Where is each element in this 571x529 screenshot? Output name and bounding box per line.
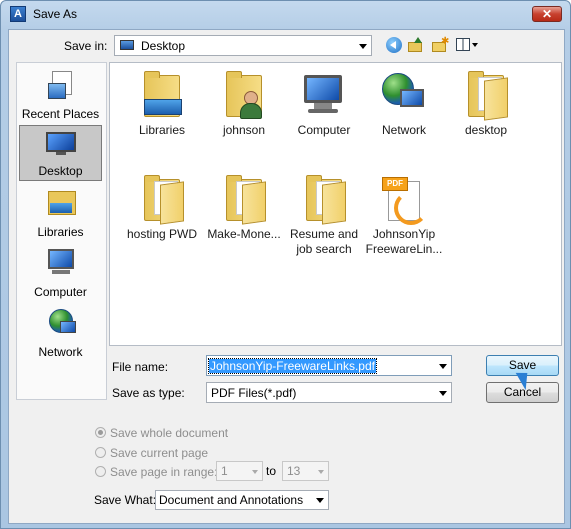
place-network[interactable]: Network — [19, 305, 102, 361]
place-desktop[interactable]: Desktop — [19, 125, 102, 181]
computer-icon — [46, 249, 76, 277]
place-computer[interactable]: Computer — [19, 245, 102, 301]
places-bar: Recent Places Desktop Libraries Computer… — [16, 62, 107, 400]
save-type-label: Save as type: — [112, 386, 185, 400]
dialog-body: Save in: Desktop ✱ Recent Places Desktop… — [8, 29, 565, 524]
desktop-icon — [45, 130, 76, 158]
save-whole-document-label: Save whole document — [110, 426, 229, 440]
dialog-title: Save As — [33, 7, 78, 21]
app-logo-icon: A — [10, 6, 26, 22]
chevron-down-icon — [318, 470, 324, 474]
file-item-desktop[interactable]: desktop — [442, 67, 530, 159]
libraries-icon — [46, 189, 76, 217]
file-label: hosting PWD — [126, 227, 198, 241]
computer-icon — [300, 71, 348, 119]
range-to-dropdown[interactable]: 13 — [282, 461, 329, 481]
range-to-label: to — [266, 464, 277, 478]
range-to-value: 13 — [287, 464, 301, 478]
file-list[interactable]: Libraries johnson Computer Network deskt… — [109, 62, 562, 346]
file-label: Make-Mone... — [207, 227, 281, 241]
save-current-page-label: Save current page — [110, 446, 209, 460]
file-label: JohnsonYip FreewareLin... — [365, 227, 443, 256]
place-label: Recent Places — [21, 107, 100, 121]
pdf-tag: PDF — [382, 177, 408, 191]
range-from-dropdown[interactable]: 1 — [216, 461, 263, 481]
file-item-resume[interactable]: Resume and job search — [280, 171, 368, 263]
save-type-dropdown[interactable]: PDF Files(*.pdf) — [206, 382, 452, 403]
new-folder-icon[interactable]: ✱ — [432, 37, 449, 53]
save-in-dropdown[interactable]: Desktop — [114, 35, 372, 56]
place-label: Desktop — [38, 164, 83, 178]
folder-icon — [138, 175, 186, 225]
save-type-value: PDF Files(*.pdf) — [211, 386, 297, 400]
save-as-dialog: A Save As ✕ Save in: Desktop ✱ Recent Pl… — [0, 0, 571, 529]
place-recent-places[interactable]: Recent Places — [19, 67, 102, 123]
save-page-range-label: Save page in range: — [110, 465, 218, 479]
desktop-icon — [120, 40, 134, 50]
file-label: Network — [381, 123, 426, 137]
file-label: Resume and job search — [289, 227, 359, 256]
save-in-value: Desktop — [141, 39, 186, 53]
file-item-johnson[interactable]: johnson — [200, 67, 288, 159]
save-whole-document-radio[interactable] — [95, 427, 106, 438]
folder-icon — [220, 175, 268, 225]
save-what-label: Save What: — [94, 493, 157, 507]
place-label: Network — [38, 345, 83, 359]
title-bar[interactable]: A Save As ✕ — [1, 1, 570, 29]
back-icon[interactable] — [386, 37, 402, 53]
file-label: Computer — [297, 123, 351, 137]
libraries-icon — [138, 71, 186, 119]
chevron-down-icon — [252, 470, 258, 474]
chevron-down-icon — [439, 390, 447, 396]
close-button[interactable]: ✕ — [532, 6, 562, 22]
recent-places-icon — [46, 71, 76, 99]
network-icon — [46, 309, 76, 337]
file-name-label: File name: — [112, 360, 169, 374]
range-from-value: 1 — [221, 464, 228, 478]
file-item-make-money[interactable]: Make-Mone... — [200, 171, 288, 263]
save-what-value: Document and Annotations — [159, 493, 304, 507]
chevron-down-icon[interactable] — [439, 364, 447, 369]
folder-icon — [300, 175, 348, 225]
pdf-file-icon: PDF — [380, 175, 428, 225]
file-item-libraries[interactable]: Libraries — [118, 67, 206, 159]
file-label: johnson — [222, 123, 266, 137]
network-icon — [380, 71, 428, 119]
place-label: Computer — [34, 285, 87, 299]
save-in-label: Save in: — [64, 39, 108, 53]
place-libraries[interactable]: Libraries — [19, 185, 102, 241]
folder-icon — [462, 71, 510, 121]
file-item-hosting-pwd[interactable]: hosting PWD — [118, 171, 206, 263]
file-item-computer[interactable]: Computer — [280, 67, 368, 159]
chevron-down-icon — [359, 43, 367, 49]
file-item-pdf[interactable]: PDF JohnsonYip FreewareLin... — [360, 171, 448, 263]
file-name-value: JohnsonYip-FreewareLinks.pdf — [208, 358, 377, 374]
save-page-range-radio[interactable] — [95, 466, 106, 477]
file-item-network[interactable]: Network — [360, 67, 448, 159]
chevron-down-icon — [316, 498, 324, 503]
view-menu-icon[interactable] — [456, 37, 478, 53]
save-what-dropdown[interactable]: Document and Annotations — [155, 490, 329, 510]
user-folder-icon — [220, 71, 268, 119]
up-folder-icon[interactable] — [408, 37, 424, 53]
place-label: Libraries — [37, 225, 84, 239]
file-label: Libraries — [138, 123, 186, 137]
file-label: desktop — [464, 123, 508, 137]
file-name-input[interactable]: JohnsonYip-FreewareLinks.pdf — [206, 355, 452, 376]
save-current-page-radio[interactable] — [95, 447, 106, 458]
